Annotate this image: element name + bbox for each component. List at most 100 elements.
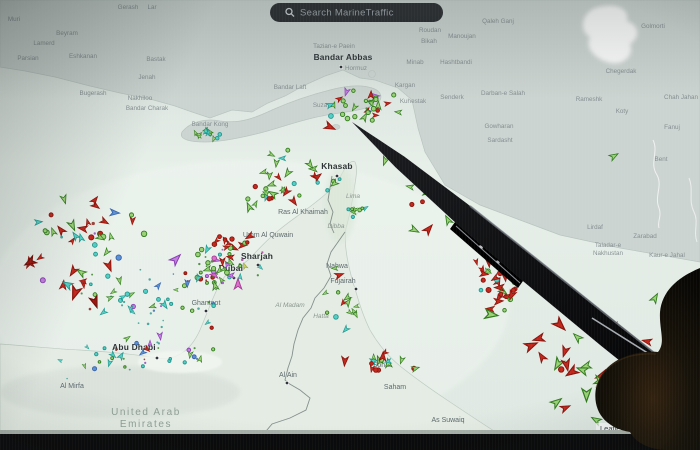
ship-marker[interactable] bbox=[148, 278, 150, 280]
ship-marker[interactable] bbox=[286, 148, 290, 152]
ship-marker[interactable] bbox=[89, 283, 92, 286]
ship-marker[interactable] bbox=[481, 278, 485, 282]
ship-marker[interactable] bbox=[183, 361, 186, 364]
marinetraffic-map[interactable]: GerashLarMuriBeyramLamerdParsianEshkanan… bbox=[0, 0, 700, 450]
ship-marker[interactable] bbox=[89, 235, 94, 240]
ship-marker[interactable] bbox=[94, 252, 98, 256]
ship-marker[interactable] bbox=[374, 97, 378, 101]
ship-marker[interactable] bbox=[368, 100, 370, 102]
ship-marker[interactable] bbox=[329, 114, 334, 119]
ship-marker[interactable] bbox=[199, 271, 202, 274]
ship-marker[interactable] bbox=[351, 208, 354, 211]
ship-marker[interactable] bbox=[93, 367, 97, 371]
ship-marker[interactable] bbox=[197, 307, 200, 310]
ship-marker[interactable] bbox=[187, 348, 191, 352]
ship-marker[interactable] bbox=[316, 181, 319, 184]
ship-marker[interactable] bbox=[212, 256, 217, 261]
ship-marker[interactable] bbox=[371, 106, 376, 111]
ship-marker[interactable] bbox=[215, 288, 217, 290]
ship-marker[interactable] bbox=[123, 358, 125, 360]
ship-marker[interactable] bbox=[421, 200, 425, 204]
ship-marker[interactable] bbox=[157, 297, 161, 301]
ship-marker[interactable] bbox=[212, 242, 217, 247]
ship-marker[interactable] bbox=[198, 263, 200, 265]
ship-marker[interactable] bbox=[292, 181, 296, 185]
ship-marker[interactable] bbox=[410, 202, 414, 206]
ship-marker[interactable] bbox=[125, 292, 129, 296]
ship-marker[interactable] bbox=[199, 247, 203, 251]
ship-marker[interactable] bbox=[173, 273, 175, 275]
ship-marker[interactable] bbox=[325, 311, 328, 314]
ship-marker[interactable] bbox=[111, 357, 114, 360]
ship-marker[interactable] bbox=[353, 114, 357, 118]
ship-marker[interactable] bbox=[298, 194, 301, 197]
ship-marker[interactable] bbox=[141, 365, 144, 368]
ship-marker[interactable] bbox=[157, 347, 159, 349]
ship-marker[interactable] bbox=[115, 349, 117, 351]
ship-marker[interactable] bbox=[161, 326, 163, 328]
search-bar[interactable]: Search MarineTraffic bbox=[270, 3, 443, 22]
ship-marker[interactable] bbox=[218, 133, 222, 137]
ship-marker[interactable] bbox=[347, 208, 350, 211]
ship-marker[interactable] bbox=[511, 288, 515, 292]
ship-marker[interactable] bbox=[205, 275, 208, 278]
ship-marker[interactable] bbox=[66, 378, 67, 379]
ship-marker[interactable] bbox=[123, 301, 125, 303]
ship-marker[interactable] bbox=[344, 104, 348, 108]
ship-marker[interactable] bbox=[205, 281, 208, 284]
ship-marker[interactable] bbox=[221, 282, 224, 285]
ship-marker[interactable] bbox=[486, 287, 491, 292]
ship-marker[interactable] bbox=[267, 197, 271, 201]
ship-marker[interactable] bbox=[499, 292, 503, 296]
ship-marker[interactable] bbox=[170, 302, 173, 305]
ship-marker[interactable] bbox=[91, 274, 93, 276]
ship-marker[interactable] bbox=[89, 308, 92, 311]
ship-marker[interactable] bbox=[162, 320, 164, 322]
ship-marker[interactable] bbox=[334, 315, 339, 320]
ship-marker[interactable] bbox=[246, 197, 250, 201]
ship-marker[interactable] bbox=[116, 255, 121, 260]
ship-marker[interactable] bbox=[95, 352, 98, 355]
ship-marker[interactable] bbox=[206, 265, 208, 267]
ship-marker[interactable] bbox=[361, 207, 364, 210]
ship-marker[interactable] bbox=[239, 264, 242, 267]
ship-marker[interactable] bbox=[160, 305, 162, 307]
ship-marker[interactable] bbox=[352, 89, 356, 93]
ship-marker[interactable] bbox=[138, 322, 140, 324]
ship-marker[interactable] bbox=[135, 341, 139, 345]
ship-marker[interactable] bbox=[129, 369, 131, 371]
ship-marker[interactable] bbox=[94, 232, 96, 234]
ship-marker[interactable] bbox=[81, 292, 83, 294]
ship-marker[interactable] bbox=[60, 236, 63, 239]
ship-marker[interactable] bbox=[230, 237, 234, 241]
ship-marker[interactable] bbox=[153, 310, 155, 312]
ship-marker[interactable] bbox=[210, 326, 213, 329]
ship-marker[interactable] bbox=[392, 93, 396, 97]
ship-marker[interactable] bbox=[253, 184, 257, 188]
ship-marker[interactable] bbox=[261, 194, 265, 198]
ship-marker[interactable] bbox=[150, 312, 152, 314]
ship-marker[interactable] bbox=[40, 278, 45, 283]
ship-marker[interactable] bbox=[205, 279, 207, 281]
ship-marker[interactable] bbox=[208, 301, 210, 303]
ship-marker[interactable] bbox=[143, 289, 147, 293]
ship-marker[interactable] bbox=[364, 99, 367, 102]
ship-marker[interactable] bbox=[246, 241, 249, 244]
ship-marker[interactable] bbox=[479, 288, 483, 292]
ship-marker[interactable] bbox=[92, 243, 97, 248]
ship-marker[interactable] bbox=[124, 366, 126, 368]
ship-marker[interactable] bbox=[370, 118, 374, 122]
ship-marker[interactable] bbox=[144, 362, 146, 364]
ship-marker[interactable] bbox=[340, 112, 344, 116]
ship-marker[interactable] bbox=[197, 274, 199, 276]
ship-marker[interactable] bbox=[196, 252, 201, 257]
ship-marker[interactable] bbox=[167, 298, 170, 301]
ship-marker[interactable] bbox=[49, 213, 53, 217]
ship-marker[interactable] bbox=[373, 368, 378, 373]
ship-marker[interactable] bbox=[205, 256, 207, 258]
ship-marker[interactable] bbox=[106, 274, 110, 278]
ship-marker[interactable] bbox=[144, 359, 146, 361]
ship-marker[interactable] bbox=[194, 347, 196, 349]
ship-marker[interactable] bbox=[212, 304, 216, 308]
ship-marker[interactable] bbox=[219, 265, 221, 267]
